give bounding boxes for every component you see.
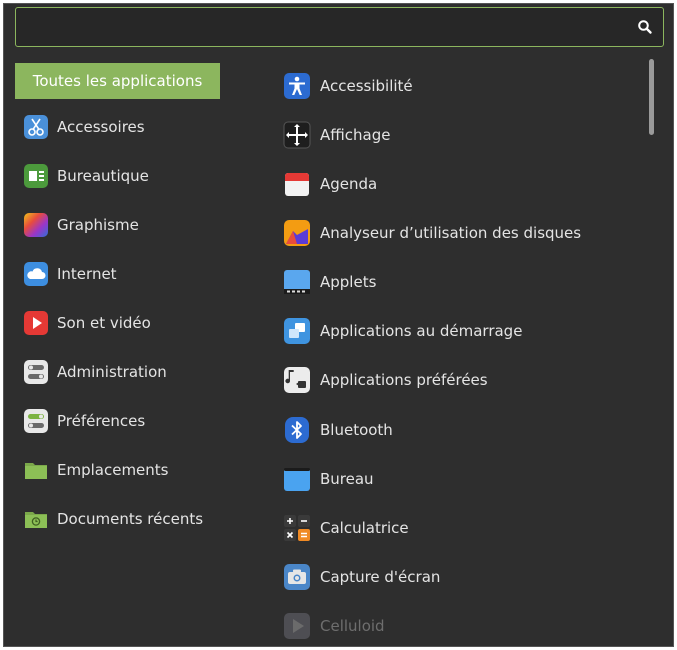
folder-icon xyxy=(23,457,49,483)
category-label: Documents récents xyxy=(57,510,204,528)
app-label: Celluloid xyxy=(320,617,385,635)
category-preferences[interactable]: Préférences xyxy=(15,403,220,439)
app-label: Calculatrice xyxy=(320,519,409,537)
category-bureautique[interactable]: Bureautique xyxy=(15,158,220,194)
disk-usage-icon xyxy=(283,219,311,247)
category-label: Internet xyxy=(57,265,117,283)
category-internet[interactable]: Internet xyxy=(15,256,220,292)
cloud-icon xyxy=(23,261,49,287)
bluetooth-icon xyxy=(283,416,311,444)
category-label: Emplacements xyxy=(57,461,169,479)
app-label: Analyseur d’utilisation des disques xyxy=(320,224,582,242)
app-applications-preferees[interactable]: Applications préférées xyxy=(277,362,637,398)
toggles-icon xyxy=(23,359,49,385)
applets-icon xyxy=(283,268,311,296)
preferences-toggle-icon xyxy=(23,408,49,434)
category-graphisme[interactable]: Graphisme xyxy=(15,207,220,243)
scissors-icon xyxy=(23,114,49,140)
graphics-icon xyxy=(23,212,49,238)
category-label: Accessoires xyxy=(57,118,145,136)
category-label: Bureautique xyxy=(57,167,149,185)
display-icon xyxy=(283,121,311,149)
search-icon[interactable] xyxy=(637,19,653,35)
recent-folder-icon xyxy=(23,506,49,532)
app-label: Accessibilité xyxy=(320,77,413,95)
app-calculatrice[interactable]: Calculatrice xyxy=(277,510,637,546)
category-documents-recents[interactable]: Documents récents xyxy=(15,501,220,537)
startup-apps-icon xyxy=(283,317,311,345)
app-applets[interactable]: Applets xyxy=(277,264,637,300)
desktop-icon xyxy=(283,465,311,493)
app-label: Applets xyxy=(320,273,377,291)
category-administration[interactable]: Administration xyxy=(15,354,220,390)
app-label: Applications au démarrage xyxy=(320,322,523,340)
app-capture-ecran[interactable]: Capture d'écran xyxy=(277,559,637,595)
scrollbar[interactable] xyxy=(649,59,654,135)
office-icon xyxy=(23,163,49,189)
calendar-icon xyxy=(283,170,311,198)
play-icon xyxy=(23,310,49,336)
category-label: Administration xyxy=(57,363,167,381)
accessibility-icon xyxy=(283,72,311,100)
app-bureau[interactable]: Bureau xyxy=(277,461,637,497)
app-label: Affichage xyxy=(320,126,391,144)
application-menu: Toutes les applications Accessoires Bure… xyxy=(3,3,674,647)
app-celluloid[interactable]: Celluloid xyxy=(277,608,637,644)
calculator-icon xyxy=(283,514,311,542)
app-label: Applications préférées xyxy=(320,371,488,389)
app-label: Agenda xyxy=(320,175,378,193)
app-label: Capture d'écran xyxy=(320,568,441,586)
app-label: Bureau xyxy=(320,470,374,488)
app-label: Bluetooth xyxy=(320,421,393,439)
category-label: Son et vidéo xyxy=(57,314,151,332)
category-emplacements[interactable]: Emplacements xyxy=(15,452,220,488)
category-accessoires[interactable]: Accessoires xyxy=(15,109,220,145)
app-bluetooth[interactable]: Bluetooth xyxy=(277,412,637,448)
preferred-apps-icon xyxy=(283,366,311,394)
category-label: Graphisme xyxy=(57,216,139,234)
search-input[interactable] xyxy=(22,15,626,41)
category-label: Toutes les applications xyxy=(32,72,203,90)
app-agenda[interactable]: Agenda xyxy=(277,166,637,202)
category-all-applications[interactable]: Toutes les applications xyxy=(15,63,220,99)
search-box[interactable] xyxy=(15,7,664,47)
app-affichage[interactable]: Affichage xyxy=(277,117,637,153)
app-accessibilite[interactable]: Accessibilité xyxy=(277,68,637,104)
camera-icon xyxy=(283,563,311,591)
category-son-et-video[interactable]: Son et vidéo xyxy=(15,305,220,341)
category-label: Préférences xyxy=(57,412,146,430)
celluloid-icon xyxy=(283,612,311,640)
app-applications-demarrage[interactable]: Applications au démarrage xyxy=(277,313,637,349)
app-analyseur-disques[interactable]: Analyseur d’utilisation des disques xyxy=(277,215,637,251)
